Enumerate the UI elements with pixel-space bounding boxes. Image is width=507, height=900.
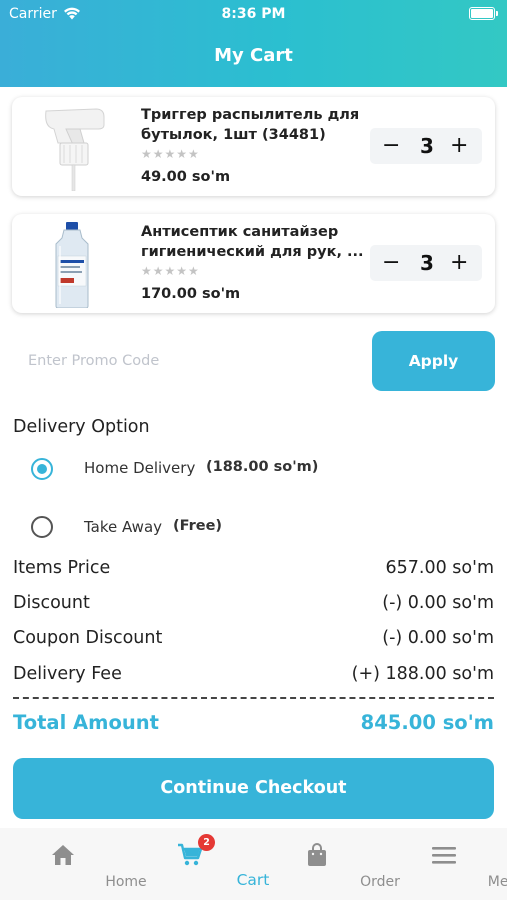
product-price: 49.00 so'm [141,169,231,185]
product-name: Антисептик санитайзер гигиенический для … [141,224,364,260]
product-name: Триггер распылитель для бутылок, 1шт (34… [141,107,360,143]
home-delivery-label: Home Delivery [84,459,196,477]
decrease-quantity-button[interactable]: − [382,249,400,277]
delivery-fee-label: Delivery Fee [13,664,122,684]
product-price: 170.00 so'm [141,286,241,302]
rating-stars: ★★★★★ [141,264,200,278]
app-header: Carrier 8:36 PM My Cart [0,0,507,87]
quantity-stepper: − 3 + [370,128,482,164]
menu-icon [431,842,457,868]
continue-checkout-button[interactable]: Continue Checkout [13,758,494,819]
take-away-fee: (Free) [173,518,223,534]
quantity-stepper: − 3 + [370,245,482,281]
coupon-discount-label: Coupon Discount [13,628,163,648]
apply-promo-button[interactable]: Apply [372,331,495,391]
increase-quantity-button[interactable]: + [450,132,468,160]
status-bar: Carrier 8:36 PM [0,6,507,24]
discount-value: (-) 0.00 so'm [382,593,494,613]
tab-menu-label: Menu [487,874,507,890]
increase-quantity-button[interactable]: + [450,249,468,277]
total-amount-value: 845.00 so'm [360,711,494,734]
bottom-tab-bar: Home 2 Cart Order Menu [0,828,507,900]
items-price-value: 657.00 so'm [385,558,494,578]
total-amount-label: Total Amount [13,711,159,734]
cart-count-badge: 2 [198,834,215,851]
tab-cart[interactable]: 2 Cart [127,828,269,900]
status-time: 8:36 PM [221,6,286,22]
take-away-radio[interactable] [31,516,53,538]
battery-icon [469,7,498,20]
tab-menu[interactable]: Menu [381,828,507,900]
rating-stars: ★★★★★ [141,147,200,161]
cart-item-card: Триггер распылитель для бутылок, 1шт (34… [12,97,495,196]
delivery-fee-value: (+) 188.00 so'm [351,664,494,684]
spray-trigger-image [24,103,120,192]
promo-code-input[interactable] [12,331,372,391]
take-away-label: Take Away [84,518,163,536]
home-icon [50,842,76,868]
discount-label: Discount [13,593,90,613]
items-price-label: Items Price [13,558,111,578]
quantity-value: 3 [420,251,434,275]
decrease-quantity-button[interactable]: − [382,132,400,160]
home-delivery-radio[interactable] [31,458,53,480]
page-title: My Cart [214,45,293,66]
tab-home[interactable]: Home [0,828,147,900]
sanitizer-bottle-image [24,220,120,309]
cart-item-card: Антисептик санитайзер гигиенический для … [12,214,495,313]
coupon-discount-value: (-) 0.00 so'm [382,628,494,648]
shopping-bag-icon [304,842,330,868]
summary-divider [13,697,494,699]
home-delivery-fee: (188.00 so'm) [206,459,319,475]
delivery-option-title: Delivery Option [13,417,150,437]
quantity-value: 3 [420,134,434,158]
tab-order[interactable]: Order [254,828,400,900]
